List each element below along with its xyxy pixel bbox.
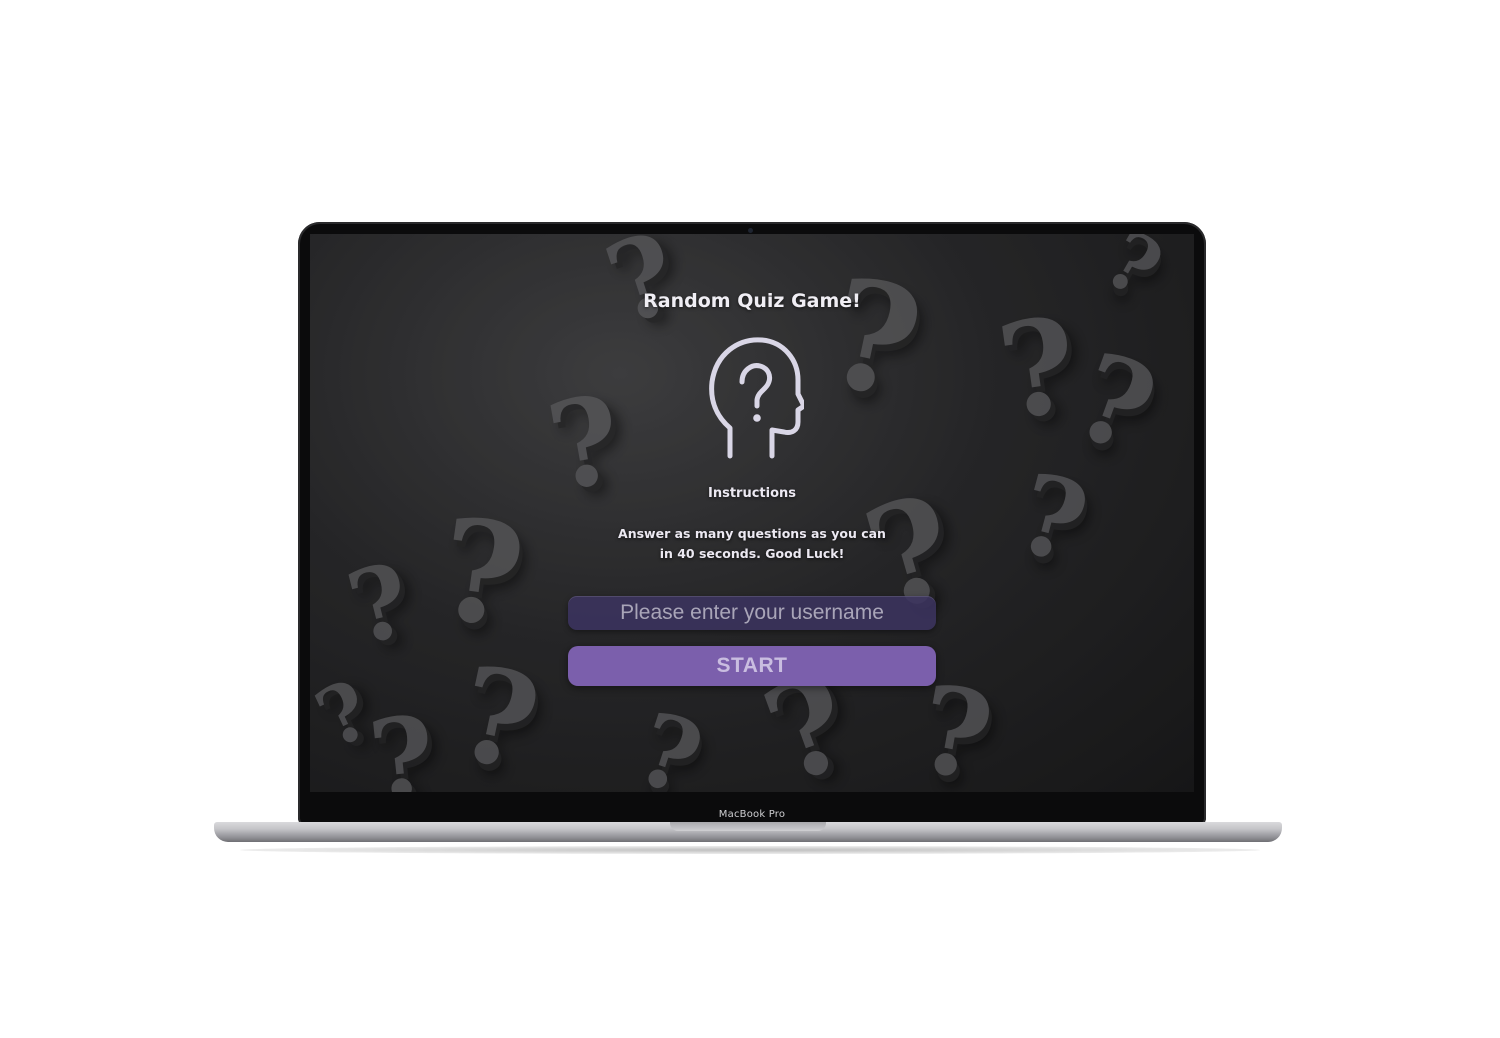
quiz-start-panel: Random Quiz Game! Instructions Answer as… bbox=[310, 234, 1194, 792]
lid-opening-notch bbox=[670, 822, 826, 831]
head-question-icon bbox=[709, 337, 804, 459]
username-input[interactable] bbox=[568, 596, 936, 630]
camera-dot bbox=[748, 228, 753, 233]
start-button[interactable]: START bbox=[568, 646, 936, 686]
laptop-shadow bbox=[240, 846, 1260, 854]
page-title: Random Quiz Game! bbox=[643, 290, 861, 312]
instructions-heading: Instructions bbox=[707, 486, 796, 501]
laptop-lid: ? ? ? ? ? ? ? ? ? ? ? ? ? ? ? ? Random Q… bbox=[298, 222, 1206, 826]
laptop-screen: ? ? ? ? ? ? ? ? ? ? ? ? ? ? ? ? Random Q… bbox=[310, 234, 1194, 792]
instructions-text: Answer as many questions as you can in 4… bbox=[618, 526, 886, 561]
laptop-base bbox=[214, 822, 1282, 842]
device-brand-label: MacBook Pro bbox=[718, 809, 786, 820]
mockup-stage: ? ? ? ? ? ? ? ? ? ? ? ? ? ? ? ? Random Q… bbox=[0, 0, 1500, 1038]
